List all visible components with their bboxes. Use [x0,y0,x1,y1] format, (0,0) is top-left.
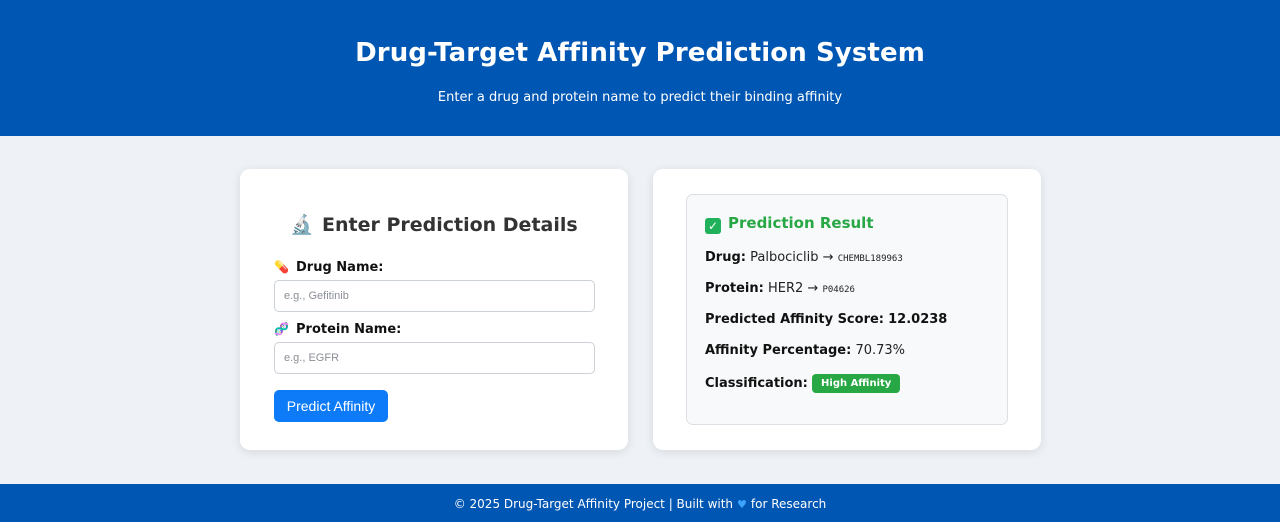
pill-icon: 💊 [274,260,289,274]
result-title-text: Prediction Result [728,214,874,232]
microscope-icon: 🔬 [290,214,314,236]
protein-name-input[interactable] [274,342,595,374]
page-title: Drug-Target Affinity Prediction System [355,38,925,68]
score-value: 12.0238 [888,312,948,327]
protein-name-label-text: Protein Name: [296,322,402,337]
result-percent-row: Affinity Percentage: 70.73% [705,343,905,358]
result-score-row: Predicted Affinity Score: 12.0238 [705,312,947,327]
classification-badge: High Affinity [812,374,901,393]
arrow-icon: → [807,281,819,296]
result-drug-row: Drug: Palbociclib → CHEMBL189963 [705,250,903,265]
result-title: ✓ Prediction Result [705,214,874,234]
drug-id-value: CHEMBL189963 [837,254,903,264]
dna-icon: 🧬 [274,322,289,336]
protein-name-label: 🧬 Protein Name: [274,322,401,337]
result-box: ✓ Prediction Result Drug: Palbociclib → C… [686,194,1008,425]
prediction-form-card: 🔬 Enter Prediction Details 💊 Drug Name: 🧬 P… [240,169,628,450]
percent-label: Affinity Percentage: [705,343,852,358]
prediction-result-card: ✓ Prediction Result Drug: Palbociclib → C… [653,169,1041,450]
page-subtitle: Enter a drug and protein name to predict… [437,90,843,105]
drug-name-label: 💊 Drug Name: [274,260,384,275]
page-header: Drug-Target Affinity Prediction System E… [0,0,1280,136]
form-title-text: Enter Prediction Details [321,214,578,236]
result-protein-row: Protein: HER2 → P04626 [705,281,855,296]
arrow-icon: → [822,250,834,265]
protein-name-value: HER2 [767,281,804,296]
heart-icon: ♥ [737,498,747,511]
page-footer: © 2025 Drug-Target Affinity Project | Bu… [0,484,1280,522]
drug-name-label-text: Drug Name: [296,260,384,275]
predict-affinity-button[interactable]: Predict Affinity [274,390,388,422]
footer-text-after: for Research [750,497,827,511]
drug-name-input[interactable] [274,280,595,312]
classification-label: Classification: [705,376,808,391]
protein-id-value: P04626 [822,285,855,295]
percent-value: 70.73% [855,343,906,358]
check-icon: ✓ [705,218,721,234]
protein-label: Protein: [705,281,764,296]
result-classification-row: Classification: High Affinity [705,374,901,393]
score-label: Predicted Affinity Score: [705,312,884,327]
footer-text: © 2025 Drug-Target Affinity Project | Bu… [453,497,734,511]
form-title: 🔬 Enter Prediction Details [240,213,628,236]
drug-label: Drug: [705,250,746,265]
drug-name-value: Palbociclib [750,250,819,265]
